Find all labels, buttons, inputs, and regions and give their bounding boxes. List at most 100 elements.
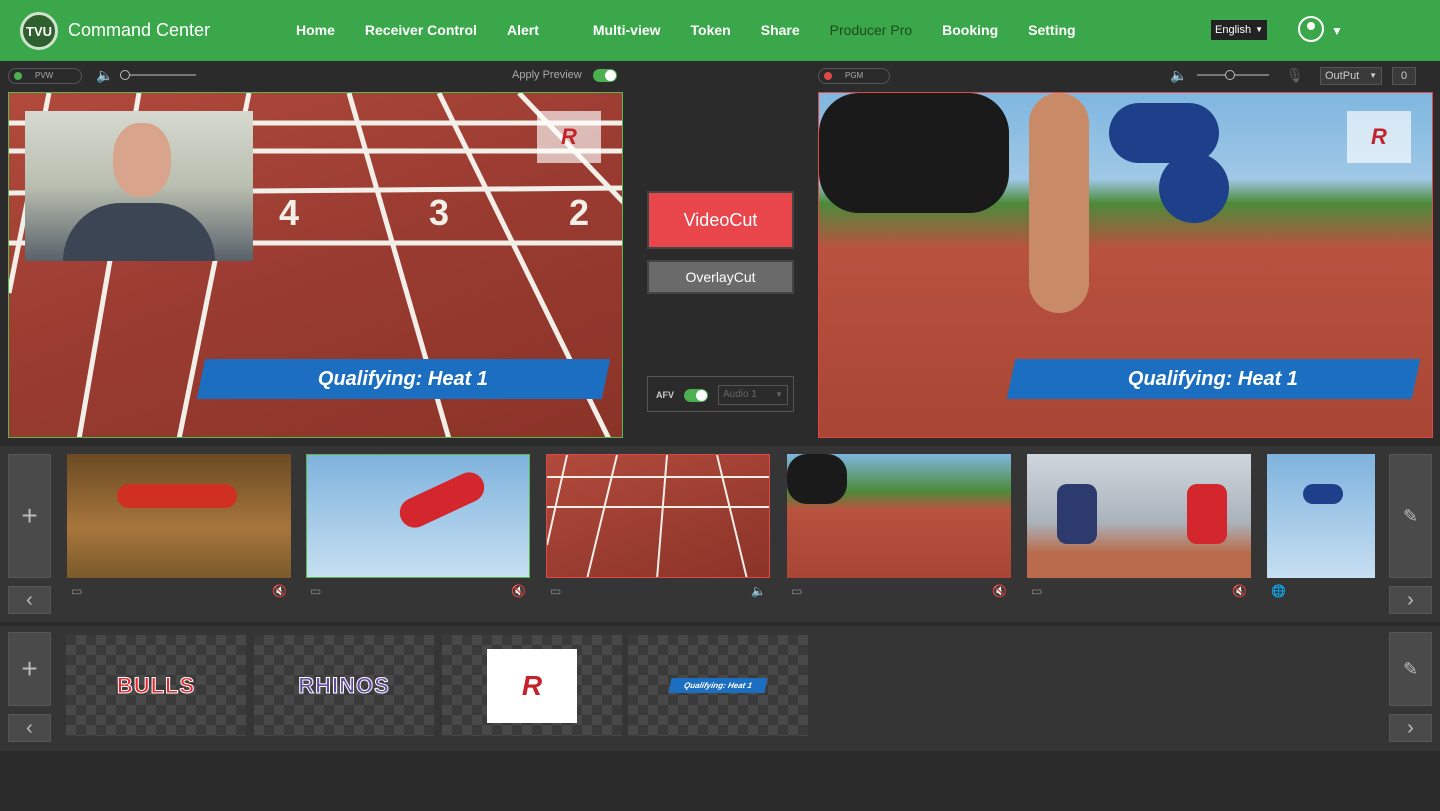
runner-arm — [1029, 93, 1089, 313]
lane-number: 2 — [569, 192, 589, 233]
pgm-volume-slider[interactable] — [1197, 70, 1269, 80]
overlaycut-button[interactable]: OverlayCut — [647, 260, 794, 294]
thumb-lanes — [547, 455, 769, 577]
r-logo: R — [537, 111, 601, 163]
presenter-pip — [25, 111, 253, 261]
lane-number: 4 — [279, 192, 299, 233]
source-thumb-pole-vault-2[interactable] — [1267, 454, 1375, 578]
top-bar: TVU Command Center Home Receiver Control… — [0, 0, 1440, 61]
user-avatar-icon[interactable] — [1298, 16, 1324, 42]
mute-icon[interactable]: 🔇 — [272, 584, 287, 598]
nav-home[interactable]: Home — [296, 22, 335, 38]
camera-icon[interactable]: ▭ — [550, 584, 561, 598]
pgm-badge: PGM — [818, 68, 890, 84]
athlete-shape — [117, 484, 237, 508]
camera-icon[interactable]: ▭ — [71, 584, 82, 598]
nav-share[interactable]: Share — [761, 22, 800, 38]
preview-lower-third: Qualifying: Heat 1 — [196, 359, 611, 399]
chevron-down-icon: ▼ — [775, 390, 783, 399]
camera-icon[interactable]: ▭ — [791, 584, 802, 598]
brush-icon: ✎ — [1402, 658, 1419, 679]
mute-icon[interactable]: 🔇 — [1232, 584, 1247, 598]
runner-shape — [1159, 153, 1229, 223]
output-select[interactable]: OutPut ▼ — [1320, 67, 1382, 85]
program-monitor[interactable]: R Qualifying: Heat 1 — [818, 92, 1433, 438]
mini-lower-third: Qualifying: Heat 1 — [668, 678, 768, 693]
clear-overlays-button[interactable]: ✎ — [1389, 632, 1432, 706]
source-thumb-icons: ▭ 🔇 — [67, 584, 291, 598]
r-logo: R — [1347, 111, 1411, 163]
mute-icon[interactable]: 🔇 — [511, 584, 526, 598]
nav-receiver-control[interactable]: Receiver Control — [365, 22, 477, 38]
volume-icon[interactable]: 🔈 — [751, 584, 766, 598]
nav-token[interactable]: Token — [691, 22, 731, 38]
videocut-button[interactable]: VideoCut — [647, 191, 794, 249]
nav-multi-view[interactable]: Multi-view — [593, 22, 661, 38]
globe-icon[interactable]: 🌐 — [1271, 584, 1286, 598]
athlete-shape — [1057, 484, 1097, 544]
overlay-strip: + ‹ ✎ › BULLS RHINOS R Qualifying: Heat … — [0, 626, 1440, 751]
nav-alert[interactable]: Alert — [507, 22, 539, 38]
output-select-value: OutPut — [1325, 70, 1360, 82]
language-select[interactable]: English ▼ — [1211, 20, 1267, 40]
language-value: English — [1215, 24, 1252, 36]
pvw-badge-label: PVW — [35, 71, 54, 80]
r-logo: R — [487, 648, 577, 723]
athlete-shape — [1303, 484, 1343, 504]
runner-shape — [787, 454, 847, 504]
pgm-badge-label: PGM — [845, 71, 864, 80]
overlay-r-logo[interactable]: R — [442, 635, 622, 736]
audio-select[interactable]: Audio 1 ▼ — [718, 385, 788, 405]
nav-setting[interactable]: Setting — [1028, 22, 1075, 38]
source-thumb-sprint[interactable] — [787, 454, 1011, 578]
bulls-logo-text: BULLS — [116, 672, 196, 698]
runner-shape — [819, 93, 1009, 213]
source-thumb-relay[interactable] — [1027, 454, 1251, 578]
user-menu-chevron-icon[interactable]: ▼ — [1331, 24, 1343, 38]
overlay-bulls[interactable]: BULLS — [66, 635, 246, 736]
chevron-right-icon: › — [1407, 588, 1414, 611]
source-prev-button[interactable]: ‹ — [8, 586, 51, 614]
pgm-volume-icon[interactable]: 🔈 — [1170, 67, 1187, 84]
pvw-status-dot — [14, 72, 22, 80]
pvw-badge: PVW — [8, 68, 82, 84]
apply-preview-label: Apply Preview — [512, 69, 582, 81]
tvu-logo: TVU — [20, 12, 58, 50]
source-thumb-icons: ▭ 🔇 — [1027, 584, 1251, 598]
source-thumb-high-jump[interactable] — [67, 454, 291, 578]
pgm-volume-knob[interactable] — [1224, 70, 1235, 80]
mute-icon[interactable]: 🔇 — [992, 584, 1007, 598]
pvw-volume-knob[interactable] — [120, 70, 130, 80]
apply-preview-toggle[interactable] — [593, 69, 617, 82]
add-overlay-button[interactable]: + — [8, 632, 51, 706]
lane-number: 3 — [429, 192, 449, 233]
pvw-volume-icon[interactable]: 🔈 — [96, 67, 113, 84]
afv-toggle[interactable] — [684, 389, 708, 402]
source-thumb-track[interactable] — [546, 454, 770, 578]
nav-producer-pro[interactable]: Producer Pro — [830, 22, 912, 38]
presenter-suit — [63, 203, 215, 261]
output-counter: 0 — [1392, 67, 1416, 85]
source-thumb-pole-vault[interactable] — [306, 454, 530, 578]
preview-monitor[interactable]: 4 3 2 R Qualifying: Heat 1 — [8, 92, 623, 438]
nav-booking[interactable]: Booking — [942, 22, 998, 38]
camera-icon[interactable]: ▭ — [310, 584, 321, 598]
microphone-icon[interactable]: 🎙 — [1286, 67, 1304, 84]
source-next-button[interactable]: › — [1389, 586, 1432, 614]
overlay-next-button[interactable]: › — [1389, 714, 1432, 742]
source-strip: + ‹ ✎ › ▭ 🔇 ▭ 🔇 ▭ 🔈 ▭ 🔇 ▭ 🔇 🌐 — [0, 446, 1440, 622]
overlay-prev-button[interactable]: ‹ — [8, 714, 51, 742]
brush-icon: ✎ — [1402, 505, 1419, 526]
add-source-button[interactable]: + — [8, 454, 51, 578]
overlay-rhinos[interactable]: RHINOS — [254, 635, 434, 736]
chevron-right-icon: › — [1407, 716, 1414, 739]
pvw-volume-slider[interactable] — [120, 70, 196, 80]
athlete-shape — [1187, 484, 1227, 544]
presenter-head — [113, 123, 171, 197]
pgm-status-dot — [824, 72, 832, 80]
source-thumb-icons: ▭ 🔇 — [787, 584, 1011, 598]
overlay-lower-third[interactable]: Qualifying: Heat 1 — [628, 635, 808, 736]
clear-sources-button[interactable]: ✎ — [1389, 454, 1432, 578]
monitor-icon[interactable]: ▭ — [1031, 584, 1042, 598]
mini-lower-third-text: Qualifying: Heat 1 — [683, 681, 753, 690]
